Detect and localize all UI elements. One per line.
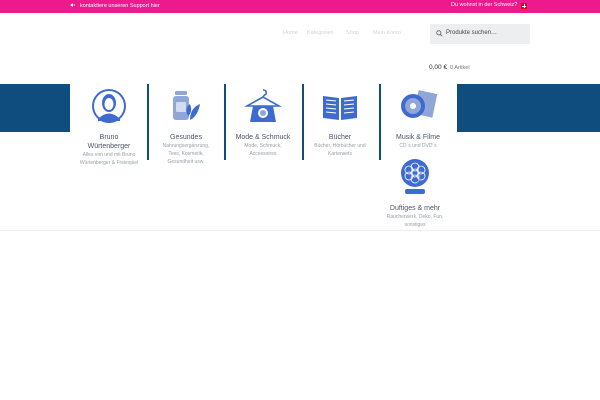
category-buecher[interactable]: Bücher Bücher, Hörbücher und Kartensets	[302, 86, 378, 176]
swiss-flag-icon[interactable]	[521, 3, 527, 9]
category-desc-line: Tees, Kosmetik,	[168, 151, 204, 157]
incense-icon	[401, 159, 429, 194]
open-book-icon	[323, 96, 357, 120]
category-desc-line: Alles von und mit Bruno	[82, 152, 136, 158]
top-bar: kontaktiere unseren Support hier Du wohn…	[0, 0, 600, 13]
category-bruno[interactable]: Bruno Würtenberger Alles von und mit Bru…	[71, 86, 147, 176]
category-desc-line: Räucherwerk, Deko, Fun,	[386, 214, 444, 220]
category-desc-line: Bücher, Hörbücher und	[314, 143, 366, 149]
category-title-line: Mode & Schmuck	[235, 134, 291, 141]
search-input[interactable]: Produkte suchen…	[430, 24, 530, 44]
category-description: CD´s und DVD´s	[382, 142, 454, 150]
search-placeholder: Produkte suchen…	[446, 30, 498, 36]
clothes-hanger-icon	[243, 89, 283, 122]
category-desc-line: Accessoires	[249, 151, 277, 157]
nav-item-home[interactable]: Home	[283, 30, 298, 36]
category-gesundes[interactable]: Gesundes Nahrungsergänzung, Tees, Kosmet…	[148, 86, 224, 176]
category-mode-schmuck[interactable]: Mode & Schmuck Mode, Schmuck, Accessoire…	[225, 86, 301, 176]
category-title-line: Bücher	[328, 134, 352, 141]
megaphone-icon	[70, 3, 75, 7]
category-title-line: Gesundes	[170, 134, 202, 141]
category-description: Alles von und mit Bruno Würtenberger & F…	[73, 151, 145, 167]
category-desc-line: Kartensets	[328, 151, 352, 157]
category-desc-line: Würtenberger & Freiespiel	[79, 160, 139, 166]
category-title-line: Musik & Filme	[396, 134, 440, 141]
category-desc-line: Mode, Schmuck,	[244, 143, 282, 149]
country-switch-link[interactable]: Du wohnst in der Schweiz?	[451, 2, 517, 8]
category-title: Mode & Schmuck	[225, 133, 301, 142]
section-divider	[0, 230, 600, 231]
category-desc-line: Nahrungsergänzung,	[162, 143, 210, 149]
category-title-line: Duftiges & mehr	[389, 205, 441, 212]
category-description: Räucherwerk, Deko, Fun, sonstiges	[379, 213, 451, 229]
category-duftiges[interactable]: Duftiges & mehr Räucherwerk, Deko, Fun, …	[377, 157, 453, 232]
category-title: Gesundes	[148, 133, 224, 142]
category-title-line: Würtenberger	[87, 143, 131, 150]
cd-film-icon	[401, 90, 438, 118]
support-link[interactable]: kontaktiere unseren Support hier	[70, 2, 160, 9]
nav-item-konto[interactable]: Mein Konto	[373, 30, 401, 36]
category-description: Nahrungsergänzung, Tees, Kosmetik, Gesun…	[150, 142, 222, 166]
category-description: Bücher, Hörbücher und Kartensets	[304, 142, 376, 158]
category-title-line: Bruno	[99, 134, 119, 141]
jar-leaf-icon	[173, 91, 200, 120]
category-desc-line: sonstiges	[404, 222, 426, 228]
category-desc-line: CD´s und DVD´s	[399, 143, 437, 149]
nav-item-kategorien[interactable]: Kategorien	[307, 30, 334, 36]
category-title: Bücher	[302, 133, 378, 142]
nav-item-shop[interactable]: Shop	[346, 30, 359, 36]
support-text: kontaktiere unseren Support hier	[80, 3, 160, 9]
search-icon	[436, 30, 443, 37]
portrait-icon	[92, 89, 126, 123]
cart-item-count[interactable]: 0 Artikel	[450, 65, 470, 71]
category-title: Musik & Filme	[380, 133, 456, 142]
category-description: Mode, Schmuck, Accessoires	[227, 142, 299, 158]
category-title: Bruno Würtenberger	[71, 133, 147, 151]
cart-amount[interactable]: 0,00 €	[429, 64, 447, 71]
category-title: Duftiges & mehr	[377, 204, 453, 213]
category-desc-line: Gesundheit usw.	[167, 159, 205, 165]
